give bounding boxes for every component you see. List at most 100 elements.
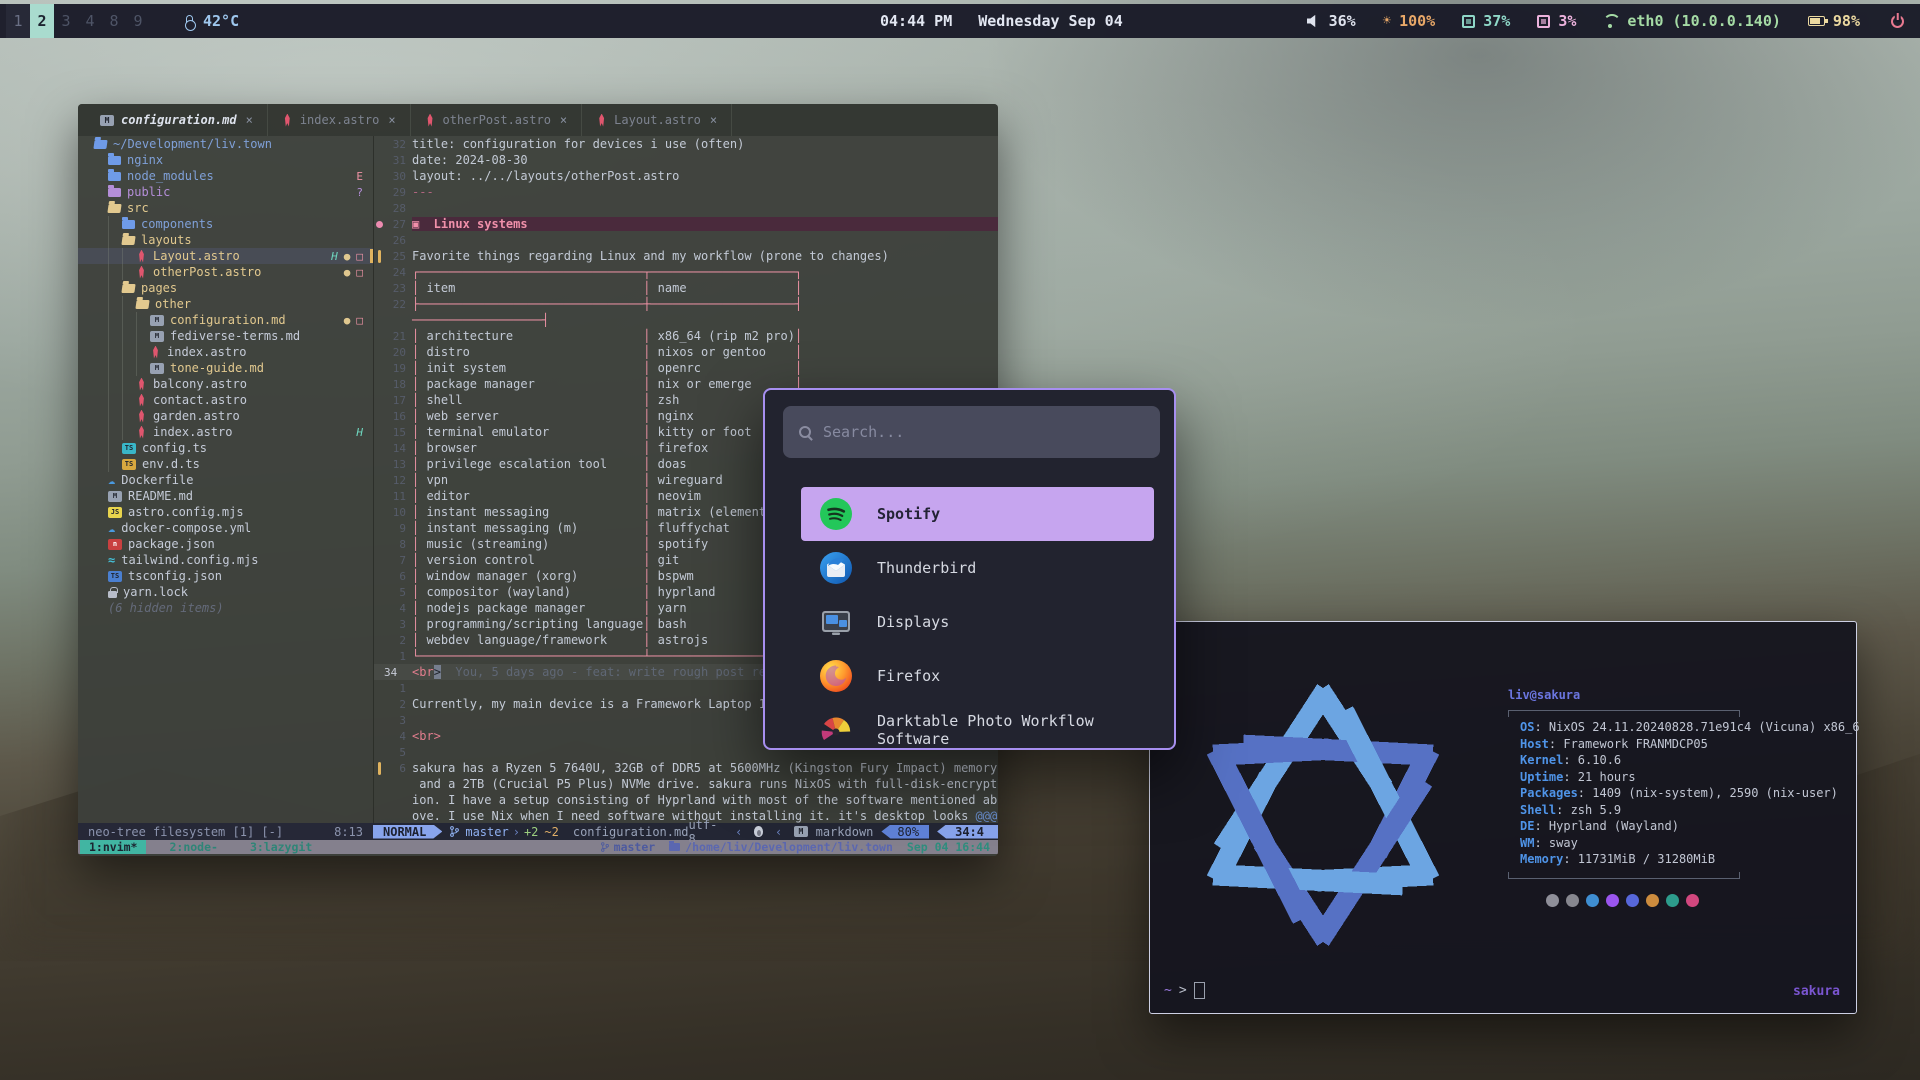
gutter-sign [374, 728, 384, 744]
neo-tree-panel: ~/Development/liv.townnginxnode_modulesE… [78, 136, 373, 616]
tab-otherPost.astro[interactable]: otherPost.astro× [411, 104, 583, 136]
battery-module[interactable]: 98% [1808, 12, 1860, 30]
palette-color-5 [1646, 894, 1659, 907]
tree-item-garden.astro[interactable]: garden.astro [78, 408, 373, 424]
tree-item-public[interactable]: public? [78, 184, 373, 200]
fetch-info-row: Uptime: 21 hours [1508, 770, 1848, 787]
tree-item-tailwind.config.mjs[interactable]: ≈tailwind.config.mjs [78, 552, 373, 568]
tree-item-dockerfile[interactable]: ☁Dockerfile [78, 472, 373, 488]
launcher-item-thunderbird[interactable]: Thunderbird [801, 541, 1154, 595]
tree-item-config.ts[interactable]: TSconfig.ts [78, 440, 373, 456]
tree-item--6-hidden-items-[interactable]: (6 hidden items) [78, 600, 373, 616]
network-module[interactable]: eth0 (10.0.0.140) [1603, 12, 1781, 30]
line-number: 17 [384, 394, 406, 407]
tab-index.astro[interactable]: index.astro× [268, 104, 411, 136]
brightness-module[interactable]: ☀ 100% [1383, 12, 1436, 30]
indent-guide [122, 424, 136, 440]
line-text: └───────────────────────────────┴───────… [412, 649, 802, 663]
tmux-branch: master [601, 840, 656, 854]
git-branch-segment[interactable]: master [450, 825, 508, 839]
tree-item-tsconfig.json[interactable]: TStsconfig.json [78, 568, 373, 584]
tree-item-tone-guide.md[interactable]: Mtone-guide.md [78, 360, 373, 376]
search-input[interactable] [823, 423, 1144, 441]
folder-icon [121, 284, 135, 293]
workspace-2[interactable]: 2 [30, 4, 54, 38]
tree-item-docker-compose.yml[interactable]: ☁docker-compose.yml [78, 520, 373, 536]
line-text: ┌───────────────────────────────┬───────… [412, 265, 802, 279]
tree-item-package.json[interactable]: npackage.json [78, 536, 373, 552]
text-segment: │ [412, 553, 426, 567]
launcher-item-spotify[interactable]: Spotify [801, 487, 1154, 541]
tree-item-other[interactable]: other [78, 296, 373, 312]
tree-item-astro.config.mjs[interactable]: JSastro.config.mjs [78, 504, 373, 520]
tmux-window-3-lazygit[interactable]: 3:lazygit [241, 840, 321, 854]
shell-prompt[interactable]: ~ > [1164, 982, 1205, 999]
workspace-1[interactable]: 1 [6, 4, 30, 38]
indent-guide [122, 408, 136, 424]
indent-guide [108, 376, 122, 392]
tree-item-yarn.lock[interactable]: yarn.lock [78, 584, 373, 600]
tab-close-icon[interactable]: × [560, 113, 567, 127]
tree-item-node-modules[interactable]: node_modulesE [78, 168, 373, 184]
tree-item-env.d.ts[interactable]: TSenv.d.ts [78, 456, 373, 472]
workspace-8[interactable]: 8 [102, 4, 126, 38]
clock[interactable]: 04:44 PM Wednesday Sep 04 [880, 4, 1123, 38]
tab-close-icon[interactable]: × [246, 113, 253, 127]
tab-Layout.astro[interactable]: Layout.astro× [582, 104, 732, 136]
workspace-9[interactable]: 9 [126, 4, 150, 38]
launcher-item-darktable-photo-workflow-software[interactable]: Darktable Photo Workflow Software [801, 703, 1154, 750]
line-text: ──────────────────┤ [412, 313, 549, 327]
tree-item-src[interactable]: src [78, 200, 373, 216]
memory-module[interactable]: 3% [1537, 12, 1576, 30]
workspace-3[interactable]: 3 [54, 4, 78, 38]
tree-item-configuration.md[interactable]: Mconfiguration.md●□ [78, 312, 373, 328]
tree-item-components[interactable]: components [78, 216, 373, 232]
tree-item-otherpost.astro[interactable]: otherPost.astro●□ [78, 264, 373, 280]
cpu-module[interactable]: 37% [1462, 12, 1510, 30]
launcher-items: SpotifyThunderbirdDisplaysFirefoxDarktab… [765, 487, 1174, 750]
workspace-4[interactable]: 4 [78, 4, 102, 38]
statusline-separator: › [513, 825, 520, 839]
tab-close-icon[interactable]: × [710, 113, 717, 127]
tmux-window-1-nvim-[interactable]: 1:nvim* [80, 840, 146, 854]
tree-item-index.astro[interactable]: index.astroH [78, 424, 373, 440]
text-segment: │ [412, 505, 426, 519]
tab-configuration.md[interactable]: Mconfiguration.md× [86, 104, 268, 136]
tree-item-layouts[interactable]: layouts [78, 232, 373, 248]
line-number: 3 [384, 714, 406, 727]
launcher-item-firefox[interactable]: Firefox [801, 649, 1154, 703]
gutter-sign [374, 648, 384, 664]
power-button[interactable] [1891, 15, 1904, 28]
nixos-logo [1168, 650, 1478, 983]
tree-item-label: Layout.astro [153, 249, 240, 263]
text-segment: │ [412, 329, 426, 343]
tree-item-nginx[interactable]: nginx [78, 152, 373, 168]
tree-item-label: balcony.astro [153, 377, 247, 391]
launcher-search[interactable] [783, 406, 1160, 458]
tree-item-readme.md[interactable]: MREADME.md [78, 488, 373, 504]
text-segment: openrc [658, 361, 795, 375]
text-segment: x86_64 (rip m2 pro) [658, 329, 795, 343]
cpu-icon [1462, 15, 1475, 28]
text-segment: │ [412, 393, 426, 407]
tree-item-layout.astro[interactable]: Layout.astroH●□ [78, 248, 373, 264]
tree-item-contact.astro[interactable]: contact.astro [78, 392, 373, 408]
tree-item-pages[interactable]: pages [78, 280, 373, 296]
indent-guide [108, 344, 122, 360]
editor-line: 19│ init system │ openrc │ [374, 360, 998, 376]
astro-file-icon [282, 114, 293, 127]
temperature-module[interactable]: 42°C [186, 12, 239, 30]
volume-module[interactable]: 36% [1307, 12, 1356, 30]
line-number: 21 [384, 330, 406, 343]
tree-item-fediverse-terms.md[interactable]: Mfediverse-terms.md [78, 328, 373, 344]
tree-item-index.astro[interactable]: index.astro [78, 344, 373, 360]
tree-item-label: yarn.lock [123, 585, 188, 599]
tree-item--development-liv.town[interactable]: ~/Development/liv.town [78, 136, 373, 152]
text-segment: │ [643, 617, 657, 631]
prompt-symbol: > [1179, 983, 1187, 998]
tree-item-balcony.astro[interactable]: balcony.astro [78, 376, 373, 392]
tmux-window-2-node-[interactable]: 2:node- [160, 840, 226, 854]
text-segment: │ [643, 473, 657, 487]
launcher-item-displays[interactable]: Displays [801, 595, 1154, 649]
tab-close-icon[interactable]: × [388, 113, 395, 127]
